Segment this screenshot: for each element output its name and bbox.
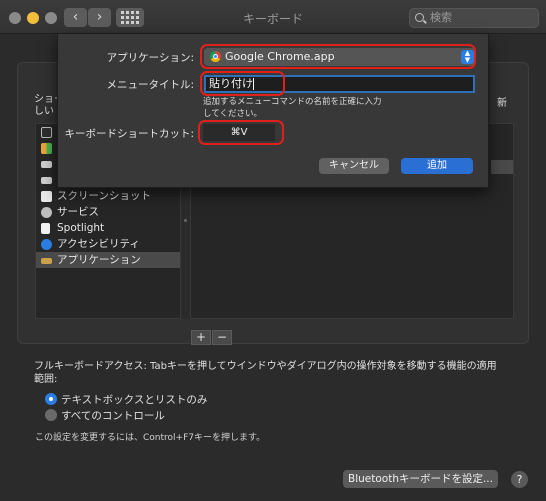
list-item[interactable]: アクセシビリティ (36, 236, 180, 252)
spotlight-icon (41, 223, 50, 234)
list-item[interactable]: スクリーンショット (36, 188, 180, 204)
cancel-button[interactable]: キャンセル (319, 158, 389, 174)
highlight-ring (200, 71, 285, 96)
keyboard-icon (41, 161, 52, 168)
title-bar: ‹ › キーボード 検索 (0, 0, 546, 34)
mission-control-icon (41, 143, 52, 154)
full-keyboard-access-label: フルキーボードアクセス: Tabキーを押してウインドウやダイアログ内の操作対象を… (34, 361, 497, 385)
highlight-ring (200, 44, 476, 69)
screenshot-icon (41, 191, 52, 202)
radio-label: テキストボックスとリストのみ (61, 394, 208, 406)
application-label: アプリケーション: (106, 52, 194, 64)
highlight-ring (198, 120, 284, 145)
add-shortcut-button[interactable]: + (191, 330, 211, 345)
bluetooth-keyboard-button[interactable]: Bluetoothキーボードを設定... (343, 470, 498, 488)
menu-title-label: メニュータイトル: (106, 79, 194, 91)
add-button[interactable]: 追加 (401, 158, 473, 174)
accessibility-icon (41, 239, 52, 250)
menu-title-hint: 追加するメニューコマンドの名前を正確に入力してください。 (203, 97, 382, 119)
search-placeholder: 検索 (430, 11, 452, 24)
radio-textboxes-lists[interactable] (45, 393, 57, 405)
radio-all-controls[interactable] (45, 409, 57, 421)
shortcut-label: キーボードショートカット: (64, 128, 194, 140)
display-icon (41, 127, 52, 138)
input-icon (41, 177, 52, 184)
add-shortcut-sheet: アプリケーション: Google Chrome.app ▲ ▼ メニュータイトル:… (57, 34, 489, 188)
search-field[interactable]: 検索 (409, 8, 539, 28)
radio-label: すべてのコントロール (61, 410, 165, 422)
selected-row (491, 160, 513, 174)
list-item[interactable]: Spotlight (36, 220, 180, 236)
remove-shortcut-button[interactable]: − (212, 330, 232, 345)
list-item-selected[interactable]: アプリケーション (36, 252, 180, 268)
help-button[interactable]: ? (511, 471, 528, 488)
change-note: この設定を変更するには、Control+F7キーを押します。 (35, 433, 266, 443)
app-shortcuts-icon (41, 258, 52, 264)
list-item[interactable]: サービス (36, 204, 180, 220)
panel-description-right: 新 (497, 98, 507, 109)
search-icon (415, 13, 424, 22)
gear-icon (41, 207, 52, 218)
